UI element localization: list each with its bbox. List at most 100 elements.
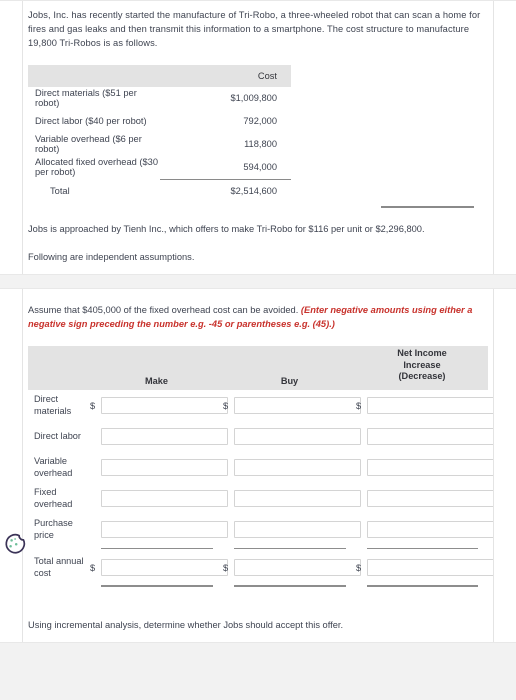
- table-row: Direct labor ($40 per robot) 792,000: [28, 110, 291, 133]
- make-cell: [90, 483, 228, 514]
- net-income-cell: [356, 421, 494, 452]
- net-income-line-3: (Decrease): [398, 371, 446, 382]
- input-buy-total-annual-cost[interactable]: [234, 559, 361, 577]
- worksheet-row-total-annual-cost: Total annual cost $ $ $: [28, 552, 494, 583]
- row-label: Direct materials: [34, 393, 72, 416]
- dollar-sign: $: [223, 562, 229, 573]
- table-row: Variable overhead ($6 per robot) 118,800: [28, 133, 291, 156]
- worksheet-header-buy: Buy: [223, 346, 356, 391]
- cost-structure-table: Cost Direct materials ($51 per robot) $1…: [28, 64, 291, 203]
- net-income-cell: $: [356, 552, 494, 583]
- dollar-sign: $: [223, 400, 229, 411]
- input-make-direct-labor[interactable]: [101, 428, 228, 446]
- net-income-cell: [356, 452, 494, 483]
- net-income-cell: [356, 483, 494, 514]
- row-label: Total annual cost: [34, 555, 84, 578]
- rule-make: [90, 583, 223, 592]
- input-net-variable-overhead[interactable]: [367, 459, 494, 477]
- rule-blank: [28, 545, 90, 552]
- worksheet-header-row: Make Buy Net Income Increase (Decrease): [28, 346, 488, 391]
- input-buy-fixed-overhead[interactable]: [234, 490, 361, 508]
- offer-text: Jobs is approached by Tienh Inc., which …: [28, 223, 425, 234]
- make-cell: $: [90, 390, 228, 421]
- buy-cell: [223, 452, 361, 483]
- input-net-direct-materials[interactable]: [367, 397, 494, 415]
- cost-row-label: Direct labor ($40 per robot): [35, 116, 147, 127]
- input-buy-variable-overhead[interactable]: [234, 459, 361, 477]
- total-rule-row: [28, 583, 488, 592]
- card-right-edge: [493, 288, 494, 643]
- net-income-line-1: Net Income: [397, 348, 447, 359]
- cookie-icon[interactable]: [2, 531, 28, 557]
- make-cell: [90, 421, 228, 452]
- problem-statement-card: Jobs, Inc. has recently started the manu…: [0, 0, 516, 275]
- input-buy-purchase-price[interactable]: [234, 521, 361, 539]
- input-make-direct-materials[interactable]: [101, 397, 228, 415]
- cost-total-double-underline: [381, 205, 474, 208]
- worksheet-row-direct-labor: Direct labor: [28, 421, 494, 452]
- cost-row-label: Allocated fixed overhead ($30 per robot): [35, 157, 159, 178]
- rule-net: [356, 545, 488, 552]
- cost-header-blank: [28, 64, 160, 87]
- input-net-fixed-overhead[interactable]: [367, 490, 494, 508]
- cost-table-header-row: Cost: [28, 64, 291, 87]
- input-net-direct-labor[interactable]: [367, 428, 494, 446]
- cost-total-row: Total $2,514,600: [28, 178, 291, 203]
- row-label: Fixed overhead: [34, 486, 73, 509]
- input-buy-direct-labor[interactable]: [234, 428, 361, 446]
- buy-cell: [223, 514, 361, 545]
- cost-header-cost: Cost: [159, 64, 291, 87]
- make-cell: [90, 452, 228, 483]
- rule-buy: [223, 545, 356, 552]
- row-label: Purchase price: [34, 517, 73, 540]
- make-cell: $: [90, 552, 228, 583]
- cookie-consent-button[interactable]: [2, 531, 28, 557]
- buy-cell: [223, 483, 361, 514]
- card-left-edge: [22, 288, 23, 643]
- worksheet-header-blank: [28, 346, 90, 391]
- worksheet-row-direct-materials: Direct materials $ $ $: [28, 390, 494, 421]
- make-or-buy-worksheet: Make Buy Net Income Increase (Decrease) …: [28, 346, 494, 592]
- input-make-total-annual-cost[interactable]: [101, 559, 228, 577]
- net-income-line-2: Increase: [403, 359, 441, 370]
- worksheet-row-variable-overhead: Variable overhead: [28, 452, 494, 483]
- subtotal-rule-row: [28, 545, 488, 552]
- cost-row-label: Direct materials ($51 per robot): [35, 88, 137, 109]
- rule-blank: [28, 583, 90, 592]
- table-row: Direct materials ($51 per robot) $1,009,…: [28, 87, 291, 110]
- input-buy-direct-materials[interactable]: [234, 397, 361, 415]
- cost-total-value: $2,514,600: [159, 178, 291, 203]
- assumption-paragraph: Assume that $405,000 of the fixed overhe…: [28, 303, 488, 331]
- dollar-sign: $: [90, 562, 96, 573]
- buy-cell: $: [223, 390, 361, 421]
- closing-instruction-text: Using incremental analysis, determine wh…: [28, 620, 344, 631]
- page-root: Jobs, Inc. has recently started the manu…: [0, 0, 516, 700]
- assumption-text: Assume that $405,000 of the fixed overhe…: [28, 304, 299, 315]
- net-income-cell: [356, 514, 494, 545]
- cost-row-value: 594,000: [243, 162, 277, 173]
- cost-row-value: 792,000: [243, 116, 277, 127]
- cost-row-label: Variable overhead ($6 per robot): [35, 134, 142, 155]
- input-make-variable-overhead[interactable]: [101, 459, 228, 477]
- card-right-edge: [493, 1, 494, 274]
- rule-buy: [223, 583, 356, 592]
- input-net-purchase-price[interactable]: [367, 521, 494, 539]
- input-net-total-annual-cost[interactable]: [367, 559, 494, 577]
- worksheet-row-fixed-overhead: Fixed overhead: [28, 483, 494, 514]
- row-label: Direct labor: [34, 430, 81, 441]
- assumptions-note-text: Following are independent assumptions.: [28, 251, 195, 262]
- rule-make: [90, 545, 223, 552]
- rule-net: [356, 583, 488, 592]
- buy-cell: $: [223, 552, 361, 583]
- row-label: Variable overhead: [34, 455, 73, 478]
- net-income-cell: $: [356, 390, 494, 421]
- dollar-sign: $: [356, 400, 362, 411]
- input-make-fixed-overhead[interactable]: [101, 490, 228, 508]
- worksheet-row-purchase-price: Purchase price: [28, 514, 494, 545]
- make-cell: [90, 514, 228, 545]
- cost-total-label: Total: [50, 185, 70, 196]
- buy-cell: [223, 421, 361, 452]
- cost-row-value: 118,800: [244, 139, 277, 150]
- assumption-worksheet-card: Assume that $405,000 of the fixed overhe…: [0, 287, 516, 644]
- input-make-purchase-price[interactable]: [101, 521, 228, 539]
